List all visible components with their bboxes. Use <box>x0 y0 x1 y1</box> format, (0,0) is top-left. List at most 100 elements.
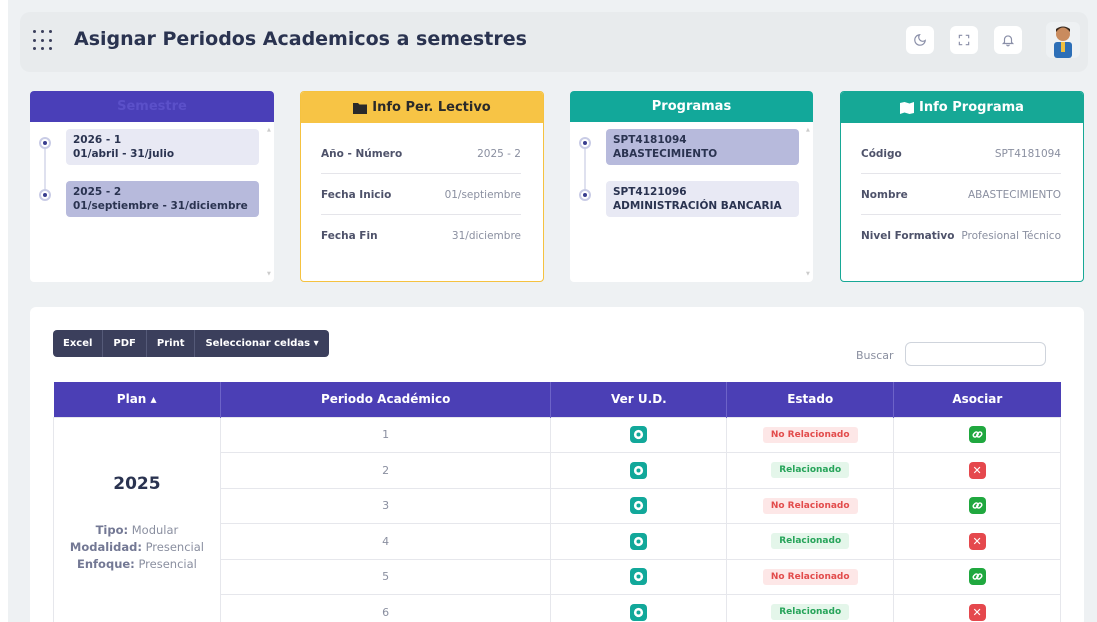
periodo-cell: 5 <box>219 558 552 595</box>
folder-icon <box>353 102 368 114</box>
asociar-cell <box>893 558 1061 595</box>
asociar-cell <box>893 487 1061 524</box>
fullscreen-button[interactable] <box>950 26 978 54</box>
column-header-asociar[interactable]: Asociar <box>893 382 1061 417</box>
timeline-dot <box>579 189 591 201</box>
asociar-cell <box>893 416 1061 453</box>
info-programa-card: Info Programa Código SPT4181094 Nombre A… <box>840 91 1084 282</box>
status-badge: Relacionado <box>771 533 850 550</box>
eye-icon[interactable] <box>630 532 648 550</box>
bell-icon <box>1001 35 1015 47</box>
map-icon <box>900 101 915 114</box>
scrollbar[interactable] <box>806 127 810 277</box>
asociar-cell: ✕ <box>893 594 1061 622</box>
programas-card: Programas SPT4181094 ABASTECIMIENTO SPT4… <box>570 91 813 282</box>
eye-icon[interactable] <box>630 426 648 444</box>
asociar-cell: ✕ <box>893 523 1061 560</box>
info-programa-row: Nombre ABASTECIMIENTO <box>861 175 1061 215</box>
eye-icon[interactable] <box>630 461 648 479</box>
estado-cell: No Relacionado <box>726 487 895 524</box>
plan-tipo: Tipo: Modular <box>95 523 179 537</box>
column-header-ver[interactable]: Ver U.D. <box>550 382 728 417</box>
estado-cell: Relacionado <box>726 452 895 489</box>
plan-cell: 2025 Tipo: Modular Modalidad: Presencial… <box>53 416 221 622</box>
info-lectivo-row: Año - Número 2025 - 2 <box>321 134 521 174</box>
programas-card-title: Programas <box>651 99 732 114</box>
info-programa-row: Nivel Formativo Profesional Técnico <box>861 230 1061 242</box>
close-icon[interactable]: ✕ <box>968 461 986 479</box>
estado-cell: No Relacionado <box>726 416 895 453</box>
ver-cell <box>550 523 728 560</box>
left-sidebar-edge <box>0 0 8 622</box>
dark-mode-button[interactable] <box>906 26 934 54</box>
close-icon[interactable]: ✕ <box>968 532 986 550</box>
estado-cell: Relacionado <box>726 594 895 622</box>
semestre-card-header: Semestre <box>30 91 274 122</box>
topbar: Asignar Periodos Academicos a semestres <box>20 12 1088 72</box>
periodos-table: Plan ▴ Periodo Académico Ver U.D. Estado… <box>53 382 1061 622</box>
timeline-dot <box>39 137 51 149</box>
info-programa-header: Info Programa <box>841 92 1083 123</box>
eye-icon[interactable] <box>630 603 648 621</box>
ver-cell <box>550 487 728 524</box>
link-icon[interactable] <box>968 568 986 586</box>
pdf-button[interactable]: PDF <box>103 330 147 357</box>
moon-icon <box>914 34 926 46</box>
select-cells-dropdown[interactable]: Seleccionar celdas ▾ <box>195 330 328 357</box>
status-badge: No Relacionado <box>762 426 858 443</box>
periodo-cell: 1 <box>219 416 552 453</box>
link-icon[interactable] <box>968 426 986 444</box>
status-badge: No Relacionado <box>762 568 858 585</box>
column-header-estado[interactable]: Estado <box>726 382 895 417</box>
status-badge: Relacionado <box>771 604 850 621</box>
estado-cell: Relacionado <box>726 523 895 560</box>
scrollbar[interactable] <box>267 127 271 277</box>
programa-item-selected[interactable]: SPT4181094 ABASTECIMIENTO <box>606 129 799 165</box>
info-lectivo-row: Fecha Fin 31/diciembre <box>321 230 521 242</box>
column-header-plan[interactable]: Plan ▴ <box>53 382 221 417</box>
semestre-card-title: Semestre <box>117 99 187 114</box>
table-panel: Excel PDF Print Seleccionar celdas ▾ Bus… <box>30 307 1084 622</box>
ver-cell <box>550 452 728 489</box>
notifications-button[interactable] <box>994 26 1022 54</box>
timeline-dot <box>579 137 591 149</box>
plan-enfoque: Enfoque: Presencial <box>77 557 197 571</box>
info-lectivo-header: Info Per. Lectivo <box>301 92 543 123</box>
semestre-card: Semestre 2026 - 1 01/abril - 31/julio 20… <box>30 91 274 282</box>
link-icon[interactable] <box>968 497 986 515</box>
info-lectivo-card: Info Per. Lectivo Año - Número 2025 - 2 … <box>300 91 544 282</box>
eye-icon[interactable] <box>630 568 648 586</box>
column-header-periodo[interactable]: Periodo Académico <box>220 382 552 417</box>
semestre-item[interactable]: 2026 - 1 01/abril - 31/julio <box>66 129 259 165</box>
page-title: Asignar Periodos Academicos a semestres <box>74 28 527 50</box>
ver-cell <box>550 416 728 453</box>
info-programa-row: Código SPT4181094 <box>861 134 1061 174</box>
table-row: 2025 Tipo: Modular Modalidad: Presencial… <box>53 416 1061 622</box>
periodo-cell: 6 <box>219 594 552 622</box>
plan-modalidad: Modalidad: Presencial <box>69 540 204 554</box>
semestre-item-selected[interactable]: 2025 - 2 01/septiembre - 31/diciembre <box>66 181 259 217</box>
excel-button[interactable]: Excel <box>53 330 104 357</box>
fullscreen-icon <box>958 34 970 46</box>
timeline-dot <box>39 189 51 201</box>
avatar[interactable] <box>1046 22 1080 58</box>
print-button[interactable]: Print <box>147 330 196 357</box>
search-label: Buscar <box>856 349 894 362</box>
info-lectivo-row: Fecha Inicio 01/septiembre <box>321 175 521 215</box>
search-input[interactable] <box>905 342 1046 366</box>
status-badge: No Relacionado <box>762 497 858 514</box>
periodo-cell: 4 <box>219 523 552 560</box>
programa-item[interactable]: SPT4121096 ADMINISTRACIÓN BANCARIA <box>606 181 799 217</box>
asociar-cell: ✕ <box>893 452 1061 489</box>
estado-cell: No Relacionado <box>726 558 895 595</box>
export-button-group: Excel PDF Print Seleccionar celdas ▾ <box>53 330 329 357</box>
ver-cell <box>550 558 728 595</box>
periodo-cell: 3 <box>219 487 552 524</box>
grid-icon[interactable] <box>33 30 55 52</box>
programas-card-header: Programas <box>570 91 813 122</box>
status-badge: Relacionado <box>771 462 850 479</box>
close-icon[interactable]: ✕ <box>968 603 986 621</box>
plan-year: 2025 <box>113 474 161 494</box>
eye-icon[interactable] <box>630 497 648 515</box>
info-programa-title: Info Programa <box>919 100 1024 115</box>
